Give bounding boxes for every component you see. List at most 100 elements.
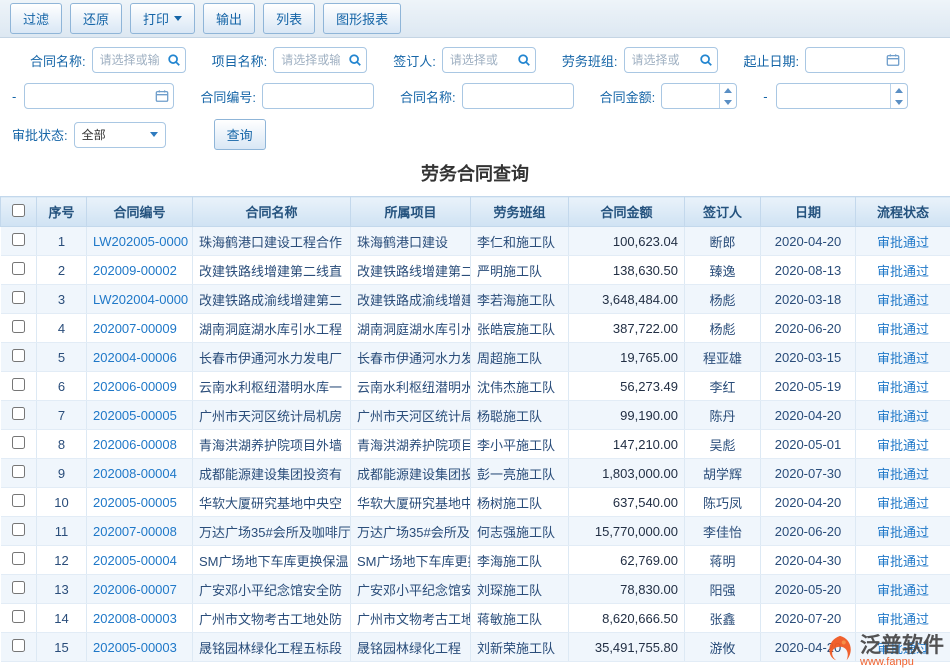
table-row: 9202008-00004成都能源建设集团投资有成都能源建设集团投彭一亮施工队1… bbox=[1, 459, 950, 488]
approval-status-select[interactable]: 全部 bbox=[74, 122, 166, 148]
cell-team: 张皓宸施工队 bbox=[471, 314, 569, 343]
cell-project: 晟铭园林绿化工程 bbox=[351, 633, 471, 662]
contract-code-link[interactable]: 202008-00004 bbox=[87, 459, 193, 488]
row-checkbox[interactable] bbox=[12, 581, 25, 594]
output-button-label: 输出 bbox=[216, 9, 242, 28]
contract-code-link[interactable]: 202009-00002 bbox=[87, 256, 193, 285]
status-link[interactable]: 审批通过 bbox=[856, 546, 950, 575]
start-date-input[interactable] bbox=[806, 48, 882, 72]
graph-report-button[interactable]: 图形报表 bbox=[323, 3, 401, 34]
contract-code-link[interactable]: 202005-00004 bbox=[87, 546, 193, 575]
col-header-signer[interactable]: 签订人 bbox=[685, 197, 761, 227]
col-header-contract-code[interactable]: 合同编号 bbox=[87, 197, 193, 227]
amount-max-input[interactable] bbox=[777, 84, 890, 108]
project-name-input[interactable] bbox=[274, 48, 344, 72]
contract-code-link[interactable]: LW202004-0000 bbox=[87, 285, 193, 314]
contract-code-link[interactable]: 202005-00003 bbox=[87, 633, 193, 662]
row-checkbox[interactable] bbox=[12, 465, 25, 478]
row-checkbox[interactable] bbox=[12, 552, 25, 565]
row-checkbox[interactable] bbox=[12, 610, 25, 623]
status-link[interactable]: 审批通过 bbox=[856, 459, 950, 488]
status-link[interactable]: 审批通过 bbox=[856, 372, 950, 401]
amount-max-spinner[interactable] bbox=[890, 84, 907, 108]
end-date-filter: - bbox=[12, 83, 174, 109]
select-all-checkbox[interactable] bbox=[12, 204, 25, 217]
project-name-label: 项目名称: bbox=[212, 51, 268, 70]
cell-checkbox bbox=[1, 575, 37, 604]
contract-code-link[interactable]: 202008-00003 bbox=[87, 604, 193, 633]
watermark: 泛普软件 www.fanpu bbox=[825, 634, 944, 669]
col-header-contract-name[interactable]: 合同名称 bbox=[193, 197, 351, 227]
row-checkbox[interactable] bbox=[12, 639, 25, 652]
col-header-amount[interactable]: 合同金额 bbox=[569, 197, 685, 227]
contract-code-link[interactable]: 202007-00008 bbox=[87, 517, 193, 546]
row-checkbox[interactable] bbox=[12, 291, 25, 304]
contract-code-link[interactable]: LW202005-0000 bbox=[87, 227, 193, 256]
cell-checkbox bbox=[1, 285, 37, 314]
search-icon[interactable] bbox=[695, 53, 717, 67]
status-link[interactable]: 审批通过 bbox=[856, 343, 950, 372]
row-checkbox[interactable] bbox=[12, 378, 25, 391]
calendar-icon[interactable] bbox=[151, 89, 173, 103]
row-checkbox[interactable] bbox=[12, 349, 25, 362]
status-link[interactable]: 审批通过 bbox=[856, 285, 950, 314]
contract-code-link[interactable]: 202005-00005 bbox=[87, 488, 193, 517]
row-checkbox[interactable] bbox=[12, 262, 25, 275]
query-button[interactable]: 查询 bbox=[214, 119, 266, 150]
contract-name2-label: 合同名称: bbox=[400, 87, 456, 106]
row-checkbox[interactable] bbox=[12, 523, 25, 536]
status-link[interactable]: 审批通过 bbox=[856, 604, 950, 633]
col-header-project[interactable]: 所属项目 bbox=[351, 197, 471, 227]
contract-code-link[interactable]: 202005-00005 bbox=[87, 401, 193, 430]
amount-min-input[interactable] bbox=[662, 84, 719, 108]
signer-input[interactable] bbox=[443, 48, 513, 72]
contract-name-input[interactable] bbox=[93, 48, 163, 72]
cell-team: 沈伟杰施工队 bbox=[471, 372, 569, 401]
amount-min-spinner[interactable] bbox=[719, 84, 736, 108]
row-checkbox[interactable] bbox=[12, 436, 25, 449]
status-link[interactable]: 审批通过 bbox=[856, 401, 950, 430]
cell-team: 李仁和施工队 bbox=[471, 227, 569, 256]
row-checkbox[interactable] bbox=[12, 494, 25, 507]
status-link[interactable]: 审批通过 bbox=[856, 227, 950, 256]
labor-team-filter: 劳务班组: bbox=[562, 47, 718, 73]
table-row: 8202006-00008青海洪湖养护院项目外墙青海洪湖养护院项目李小平施工队1… bbox=[1, 430, 950, 459]
restore-button[interactable]: 还原 bbox=[70, 3, 122, 34]
status-link[interactable]: 审批通过 bbox=[856, 256, 950, 285]
status-link[interactable]: 审批通过 bbox=[856, 488, 950, 517]
print-button[interactable]: 打印 bbox=[130, 3, 195, 34]
calendar-icon[interactable] bbox=[882, 53, 904, 67]
contract-code-link[interactable]: 202006-00008 bbox=[87, 430, 193, 459]
row-checkbox[interactable] bbox=[12, 407, 25, 420]
cell-amount: 62,769.00 bbox=[569, 546, 685, 575]
end-date-input[interactable] bbox=[25, 84, 151, 108]
status-link[interactable]: 审批通过 bbox=[856, 575, 950, 604]
contract-name2-input[interactable] bbox=[463, 84, 573, 108]
status-link[interactable]: 审批通过 bbox=[856, 517, 950, 546]
list-button[interactable]: 列表 bbox=[263, 3, 315, 34]
row-checkbox[interactable] bbox=[12, 320, 25, 333]
search-icon[interactable] bbox=[163, 53, 185, 67]
status-link[interactable]: 审批通过 bbox=[856, 314, 950, 343]
labor-team-label: 劳务班组: bbox=[562, 51, 618, 70]
contract-code-link[interactable]: 202004-00006 bbox=[87, 343, 193, 372]
table-row: 3LW202004-0000改建铁路成渝线增建第二改建铁路成渝线增建李若海施工队… bbox=[1, 285, 950, 314]
search-icon[interactable] bbox=[344, 53, 366, 67]
status-link[interactable]: 审批通过 bbox=[856, 430, 950, 459]
col-header-no[interactable]: 序号 bbox=[37, 197, 87, 227]
output-button[interactable]: 输出 bbox=[203, 3, 255, 34]
col-header-date[interactable]: 日期 bbox=[761, 197, 856, 227]
col-header-team[interactable]: 劳务班组 bbox=[471, 197, 569, 227]
contract-code-link[interactable]: 202007-00009 bbox=[87, 314, 193, 343]
contract-code-link[interactable]: 202006-00007 bbox=[87, 575, 193, 604]
contract-code-link[interactable]: 202006-00009 bbox=[87, 372, 193, 401]
labor-team-input[interactable] bbox=[625, 48, 695, 72]
cell-team: 刘琛施工队 bbox=[471, 575, 569, 604]
filter-button[interactable]: 过滤 bbox=[10, 3, 62, 34]
cell-contract-name: 改建铁路成渝线增建第二 bbox=[193, 285, 351, 314]
col-header-status[interactable]: 流程状态 bbox=[856, 197, 950, 227]
contract-no-input[interactable] bbox=[263, 84, 373, 108]
row-checkbox[interactable] bbox=[12, 233, 25, 246]
search-icon[interactable] bbox=[513, 53, 535, 67]
cell-checkbox bbox=[1, 517, 37, 546]
